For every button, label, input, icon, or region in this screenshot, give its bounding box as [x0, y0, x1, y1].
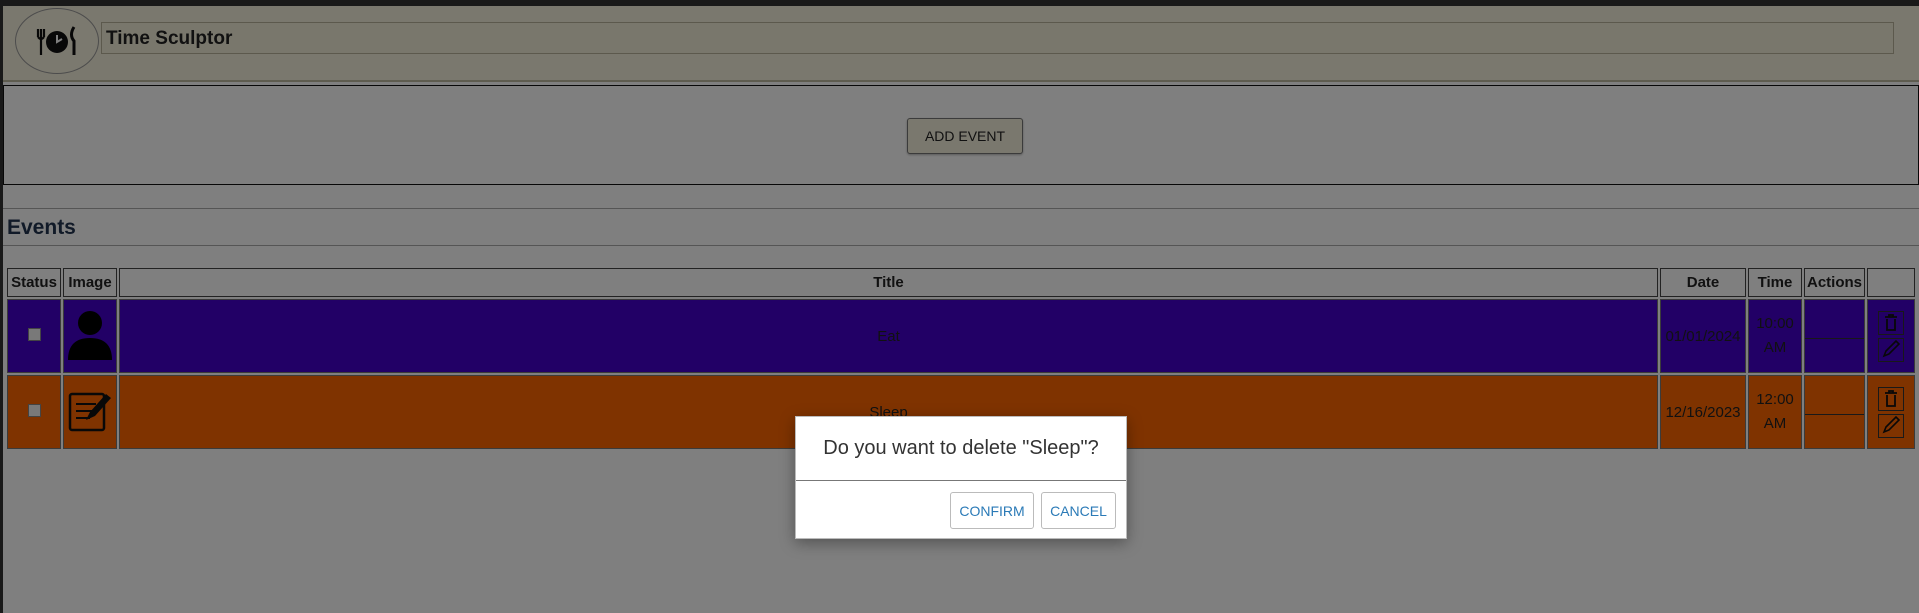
cancel-button[interactable]: CANCEL	[1041, 492, 1116, 529]
dialog-message: Do you want to delete "Sleep"?	[796, 417, 1126, 481]
confirm-button[interactable]: CONFIRM	[950, 492, 1034, 529]
delete-confirmation-dialog: Do you want to delete "Sleep"? CONFIRM C…	[795, 416, 1127, 539]
